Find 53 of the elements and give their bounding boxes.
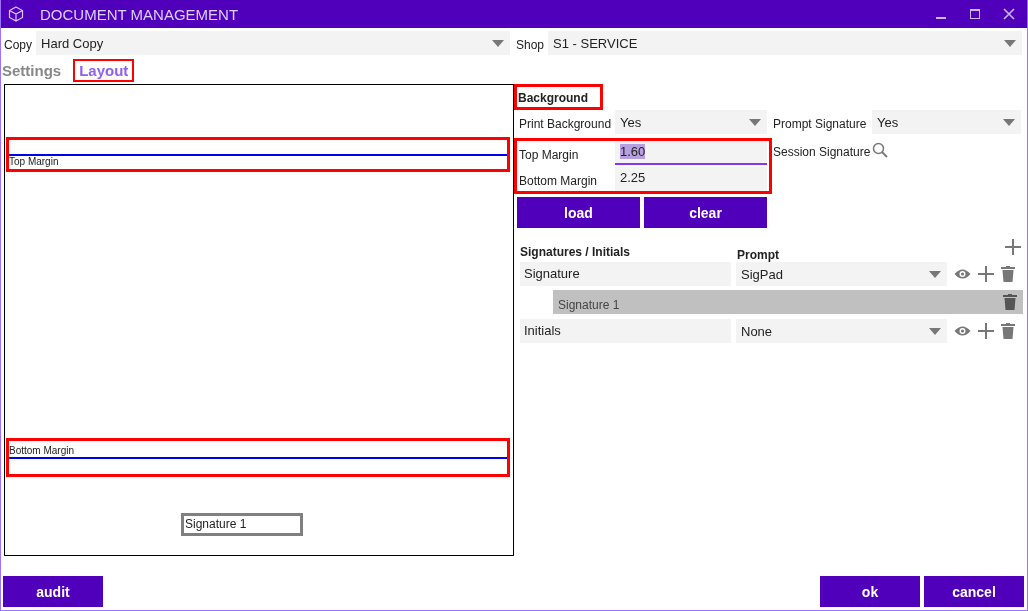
trash-icon[interactable] [1001,323,1015,339]
cancel-button[interactable]: cancel [924,576,1024,607]
eye-icon[interactable] [954,268,971,280]
shop-dropdown[interactable]: S1 - SERVICE [548,31,1022,55]
bottom-margin-input[interactable]: 2.25 [615,167,767,191]
clear-button[interactable]: clear [644,197,767,228]
print-background-label: Print Background [518,116,613,131]
top-margin-band[interactable]: Top Margin [6,137,510,172]
audit-button[interactable]: audit [3,576,103,607]
prompt-signature-dropdown[interactable]: Yes [872,110,1021,134]
close-icon[interactable] [1003,8,1015,20]
prompt-signature-label: Prompt Signature [773,116,868,131]
shop-label: Shop [516,37,545,52]
ok-button[interactable]: ok [820,576,920,607]
copy-label: Copy [4,37,32,52]
signature-child-row[interactable]: Signature 1 [553,290,1023,314]
top-margin-label: Top Margin [9,156,60,168]
print-background-dropdown[interactable]: Yes [615,110,767,134]
bottom-margin-label: Bottom Margin [9,445,76,457]
copy-dropdown[interactable]: Hard Copy [36,31,510,55]
load-button[interactable]: load [517,197,640,228]
trash-icon[interactable] [1001,266,1015,282]
caret-icon [929,270,941,278]
top-margin-input[interactable]: 1.60 [615,141,767,165]
background-heading: Background [514,84,603,110]
caret-icon [492,39,504,47]
eye-icon[interactable] [954,325,971,337]
search-icon[interactable] [872,142,888,158]
bottom-margin-band[interactable]: Bottom Margin [6,438,510,477]
caret-icon [1003,118,1015,126]
tab[interactable]: Layout [73,59,135,82]
caret-icon [749,118,761,126]
bottom-margin-label: Bottom Margin [518,173,599,188]
prompt-dropdown[interactable]: SigPad [736,262,947,286]
session-signature-label: Session Signature [773,144,872,159]
trash-icon[interactable] [1003,294,1017,310]
tab[interactable]: Settings [2,59,68,82]
signature-placeholder[interactable]: Signature 1 [181,513,303,536]
signature-name-field[interactable]: Initials [520,319,731,343]
plus-icon[interactable] [978,266,994,282]
prompt-heading: Prompt [737,248,779,262]
caret-icon [1004,39,1016,47]
caret-icon [929,327,941,335]
plus-icon[interactable] [1005,239,1021,255]
prompt-dropdown[interactable]: None [736,319,947,343]
signature-child-name: Signature 1 [558,297,620,312]
window-title: DOCUMENT MANAGEMENT [40,5,239,23]
cube-icon [8,6,24,22]
signature-name-field[interactable]: Signature [520,262,731,286]
maximize-icon[interactable] [969,8,981,20]
plus-icon[interactable] [978,323,994,339]
signatures-heading: Signatures / Initials [519,245,632,259]
top-margin-label: Top Margin [518,147,580,162]
